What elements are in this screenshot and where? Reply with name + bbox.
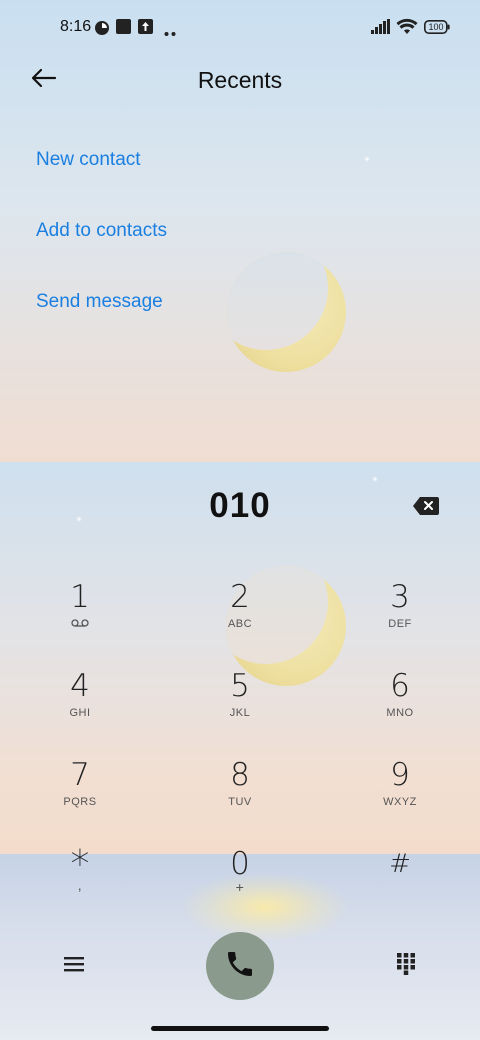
key-digit: 4 [70, 668, 90, 704]
key-digit: 6 [390, 668, 410, 704]
star-decoration [364, 156, 370, 162]
key-digit: 9 [390, 757, 410, 793]
moon-decoration [226, 252, 346, 372]
key-letters: MNO [386, 707, 414, 719]
menu-button[interactable] [56, 950, 92, 982]
new-contact-link[interactable]: New contact [36, 149, 141, 171]
key-letters: + [235, 879, 245, 895]
key-digit: 3 [390, 579, 410, 615]
key-digit: 8 [230, 757, 250, 793]
dialpad-icon [396, 952, 416, 980]
signal-icon [371, 19, 391, 39]
battery-level: 100 [428, 22, 444, 32]
key-hash[interactable]: # [345, 845, 455, 921]
status-bar: 8:16 100 [0, 0, 480, 56]
key-letters: WXYZ [383, 796, 417, 808]
key-letters: TUV [228, 796, 252, 808]
status-time: 8:16 [60, 18, 92, 35]
voicemail-icon [25, 618, 135, 630]
key-7[interactable]: 7 PQRS [25, 756, 135, 832]
key-letters: DEF [388, 618, 412, 630]
key-digit: # [389, 849, 411, 879]
menu-icon [64, 956, 84, 977]
key-3[interactable]: 3 DEF [345, 578, 455, 654]
key-4[interactable]: 4 GHI [25, 667, 135, 743]
key-6[interactable]: 6 MNO [345, 667, 455, 743]
key-letters: , [77, 877, 83, 893]
key-2[interactable]: 2 ABC [185, 578, 295, 654]
backspace-icon [412, 497, 440, 520]
phone-icon [224, 948, 256, 985]
dialed-number[interactable]: 010 [0, 486, 480, 526]
key-digit: 7 [70, 757, 90, 793]
more-dots-icon [164, 24, 176, 42]
notification-app-icon [94, 20, 110, 41]
key-9[interactable]: 9 WXYZ [345, 756, 455, 832]
key-digit: 2 [230, 579, 250, 615]
star-decoration [372, 476, 378, 482]
key-letters: PQRS [63, 796, 97, 808]
send-message-link[interactable]: Send message [36, 291, 163, 313]
backspace-button[interactable] [412, 496, 442, 518]
key-digit: 5 [230, 668, 250, 704]
square-notification-icon [116, 19, 131, 39]
home-indicator[interactable] [151, 1026, 329, 1031]
key-0[interactable]: 0 + [185, 845, 295, 921]
key-letters: ABC [227, 618, 253, 630]
dialpad-toggle-button[interactable] [388, 948, 424, 984]
key-8[interactable]: 8 TUV [185, 756, 295, 832]
add-to-contacts-link[interactable]: Add to contacts [36, 220, 167, 242]
call-button[interactable] [206, 932, 274, 1000]
key-letters: JKL [229, 707, 251, 719]
key-5[interactable]: 5 JKL [185, 667, 295, 743]
key-star[interactable]: * , [25, 845, 135, 921]
upload-notification-icon [138, 19, 153, 39]
key-digit: 0 [230, 846, 250, 882]
key-digit: 1 [70, 579, 90, 615]
key-1[interactable]: 1 [25, 578, 135, 654]
wifi-icon [396, 18, 418, 40]
key-letters: GHI [69, 707, 91, 719]
page-title: Recents [197, 67, 283, 93]
